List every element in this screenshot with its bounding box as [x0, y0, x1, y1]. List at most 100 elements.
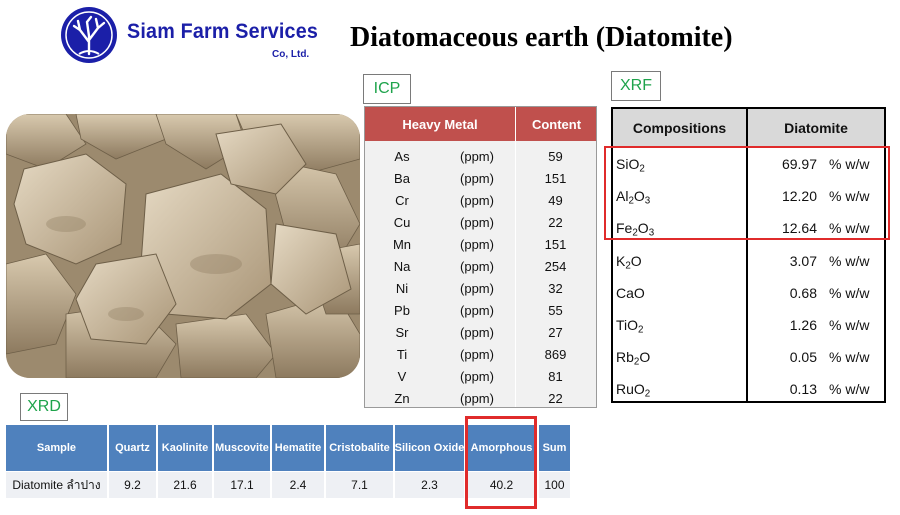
xrf-subscript: 2 [644, 388, 651, 400]
icp-unit: (ppm) [460, 303, 494, 318]
icp-row: Ba (ppm) 151 [365, 168, 596, 190]
icp-heavy-metal-table: Heavy Metal Content As (ppm) 59 Ba (ppm) 151 C… [364, 106, 597, 408]
diatomite-rock-photo [6, 114, 360, 378]
xrf-compound: CaO [616, 284, 645, 301]
icp-value: 49 [548, 193, 563, 208]
company-suffix: Co, Ltd. [272, 49, 310, 60]
icp-row: Ni (ppm) 32 [365, 278, 596, 300]
icp-unit: (ppm) [460, 149, 494, 164]
icp-row: Na (ppm) 254 [365, 256, 596, 278]
icp-unit: (ppm) [460, 193, 494, 208]
xrd-cell: 2.3 [395, 472, 466, 498]
icp-value: 27 [548, 325, 563, 340]
xrf-tag: XRF [611, 71, 661, 101]
icp-header-content: Content [515, 107, 597, 141]
icp-row: Sr (ppm) 27 [365, 322, 596, 344]
icp-value: 151 [544, 237, 567, 252]
icp-unit: (ppm) [460, 171, 494, 186]
xrd-cell: 100 [539, 472, 572, 498]
company-logo-tree-icon [61, 7, 117, 63]
xrd-cell: 21.6 [158, 472, 214, 498]
xrf-row: Rb2O 0.05 % w/w [613, 341, 884, 373]
xrd-cell: 7.1 [326, 472, 395, 498]
icp-element: Zn [394, 391, 410, 406]
xrf-subscript: 2 [638, 324, 644, 336]
icp-element: As [394, 149, 410, 164]
xrf-unit: % w/w [829, 252, 870, 269]
icp-value: 254 [544, 259, 567, 274]
icp-row: Zn (ppm) 22 [365, 388, 596, 410]
icp-element: Ni [395, 281, 409, 296]
xrd-amorphous-highlight-box [465, 416, 537, 509]
xrf-header-compositions: Compositions [632, 119, 727, 136]
xrd-header-cristobalite: Cristobalite [326, 425, 395, 471]
company-name: Siam Farm Services [127, 20, 319, 43]
xrf-unit: % w/w [829, 349, 870, 366]
xrf-row: TiO2 1.26 % w/w [613, 309, 884, 341]
xrf-subscript: 2 [625, 260, 631, 272]
xrf-value: 0.13 [789, 381, 817, 398]
icp-element: Ti [396, 347, 408, 362]
xrf-value: 0.68 [789, 284, 817, 301]
xrf-unit: % w/w [829, 381, 870, 398]
icp-element: Pb [394, 303, 410, 318]
xrf-compound: Rb2O [616, 349, 651, 368]
icp-value: 869 [544, 347, 567, 362]
xrf-header-row: Compositions Diatomite [613, 109, 884, 148]
xrd-cell: Diatomite ลำปาง [6, 472, 109, 498]
xrf-row: CaO 0.68 % w/w [613, 277, 884, 309]
icp-element: Na [393, 259, 411, 274]
rock-illustration [6, 114, 360, 378]
xrd-header-hematite: Hematite [272, 425, 326, 471]
xrf-compound: RuO2 [616, 381, 651, 400]
icp-value: 32 [548, 281, 563, 296]
icp-unit: (ppm) [460, 259, 494, 274]
icp-value: 81 [548, 369, 563, 384]
xrf-unit: % w/w [829, 284, 870, 301]
icp-unit: (ppm) [460, 369, 494, 384]
xrd-header-sum: Sum [539, 425, 572, 471]
icp-element: Cu [393, 215, 411, 230]
icp-row: Mn (ppm) 151 [365, 234, 596, 256]
xrd-cell: 17.1 [214, 472, 272, 498]
page-title: Diatomaceous earth (Diatomite) [350, 22, 733, 53]
icp-row: Pb (ppm) 55 [365, 300, 596, 322]
xrf-header-diatomite: Diatomite [784, 119, 848, 136]
xrd-header-sample: Sample [6, 425, 109, 471]
icp-unit: (ppm) [460, 325, 494, 340]
xrf-compound: K2O [616, 252, 642, 272]
xrd-cell: 2.4 [272, 472, 326, 498]
xrd-header-quartz: Quartz [109, 425, 158, 471]
xrf-unit: % w/w [829, 317, 870, 333]
xrd-cell: 9.2 [109, 472, 158, 498]
icp-row: V (ppm) 81 [365, 366, 596, 388]
xrf-subscript: 2 [633, 356, 640, 368]
icp-value: 151 [544, 171, 567, 186]
xrf-value: 0.05 [789, 349, 817, 366]
icp-unit: (ppm) [460, 391, 494, 406]
icp-element: V [397, 369, 407, 384]
icp-row: As (ppm) 59 [365, 146, 596, 168]
icp-row: Cu (ppm) 22 [365, 212, 596, 234]
xrf-value: 3.07 [789, 252, 817, 269]
icp-unit: (ppm) [460, 215, 494, 230]
icp-row: Ti (ppm) 869 [365, 344, 596, 366]
icp-header-row: Heavy Metal Content [365, 107, 596, 141]
icp-tag: ICP [363, 74, 411, 104]
icp-value: 59 [548, 149, 563, 164]
icp-element: Sr [395, 325, 409, 340]
icp-value: 22 [548, 215, 563, 230]
xrf-value: 1.26 [789, 317, 817, 333]
icp-element: Ba [394, 171, 410, 186]
icp-row: Cr (ppm) 49 [365, 190, 596, 212]
xrd-header-kaolinite: Kaolinite [158, 425, 214, 471]
icp-value: 55 [548, 303, 563, 318]
xrd-header-muscovite: Muscovite [214, 425, 272, 471]
xrd-tag: XRD [20, 393, 68, 421]
icp-element: Cr [395, 193, 409, 208]
xrf-row: RuO2 0.13 % w/w [613, 373, 884, 405]
icp-element: Mn [392, 237, 412, 252]
xrf-highlight-box [604, 146, 890, 240]
icp-value: 22 [548, 391, 563, 406]
icp-header-heavy-metal: Heavy Metal [402, 116, 478, 132]
